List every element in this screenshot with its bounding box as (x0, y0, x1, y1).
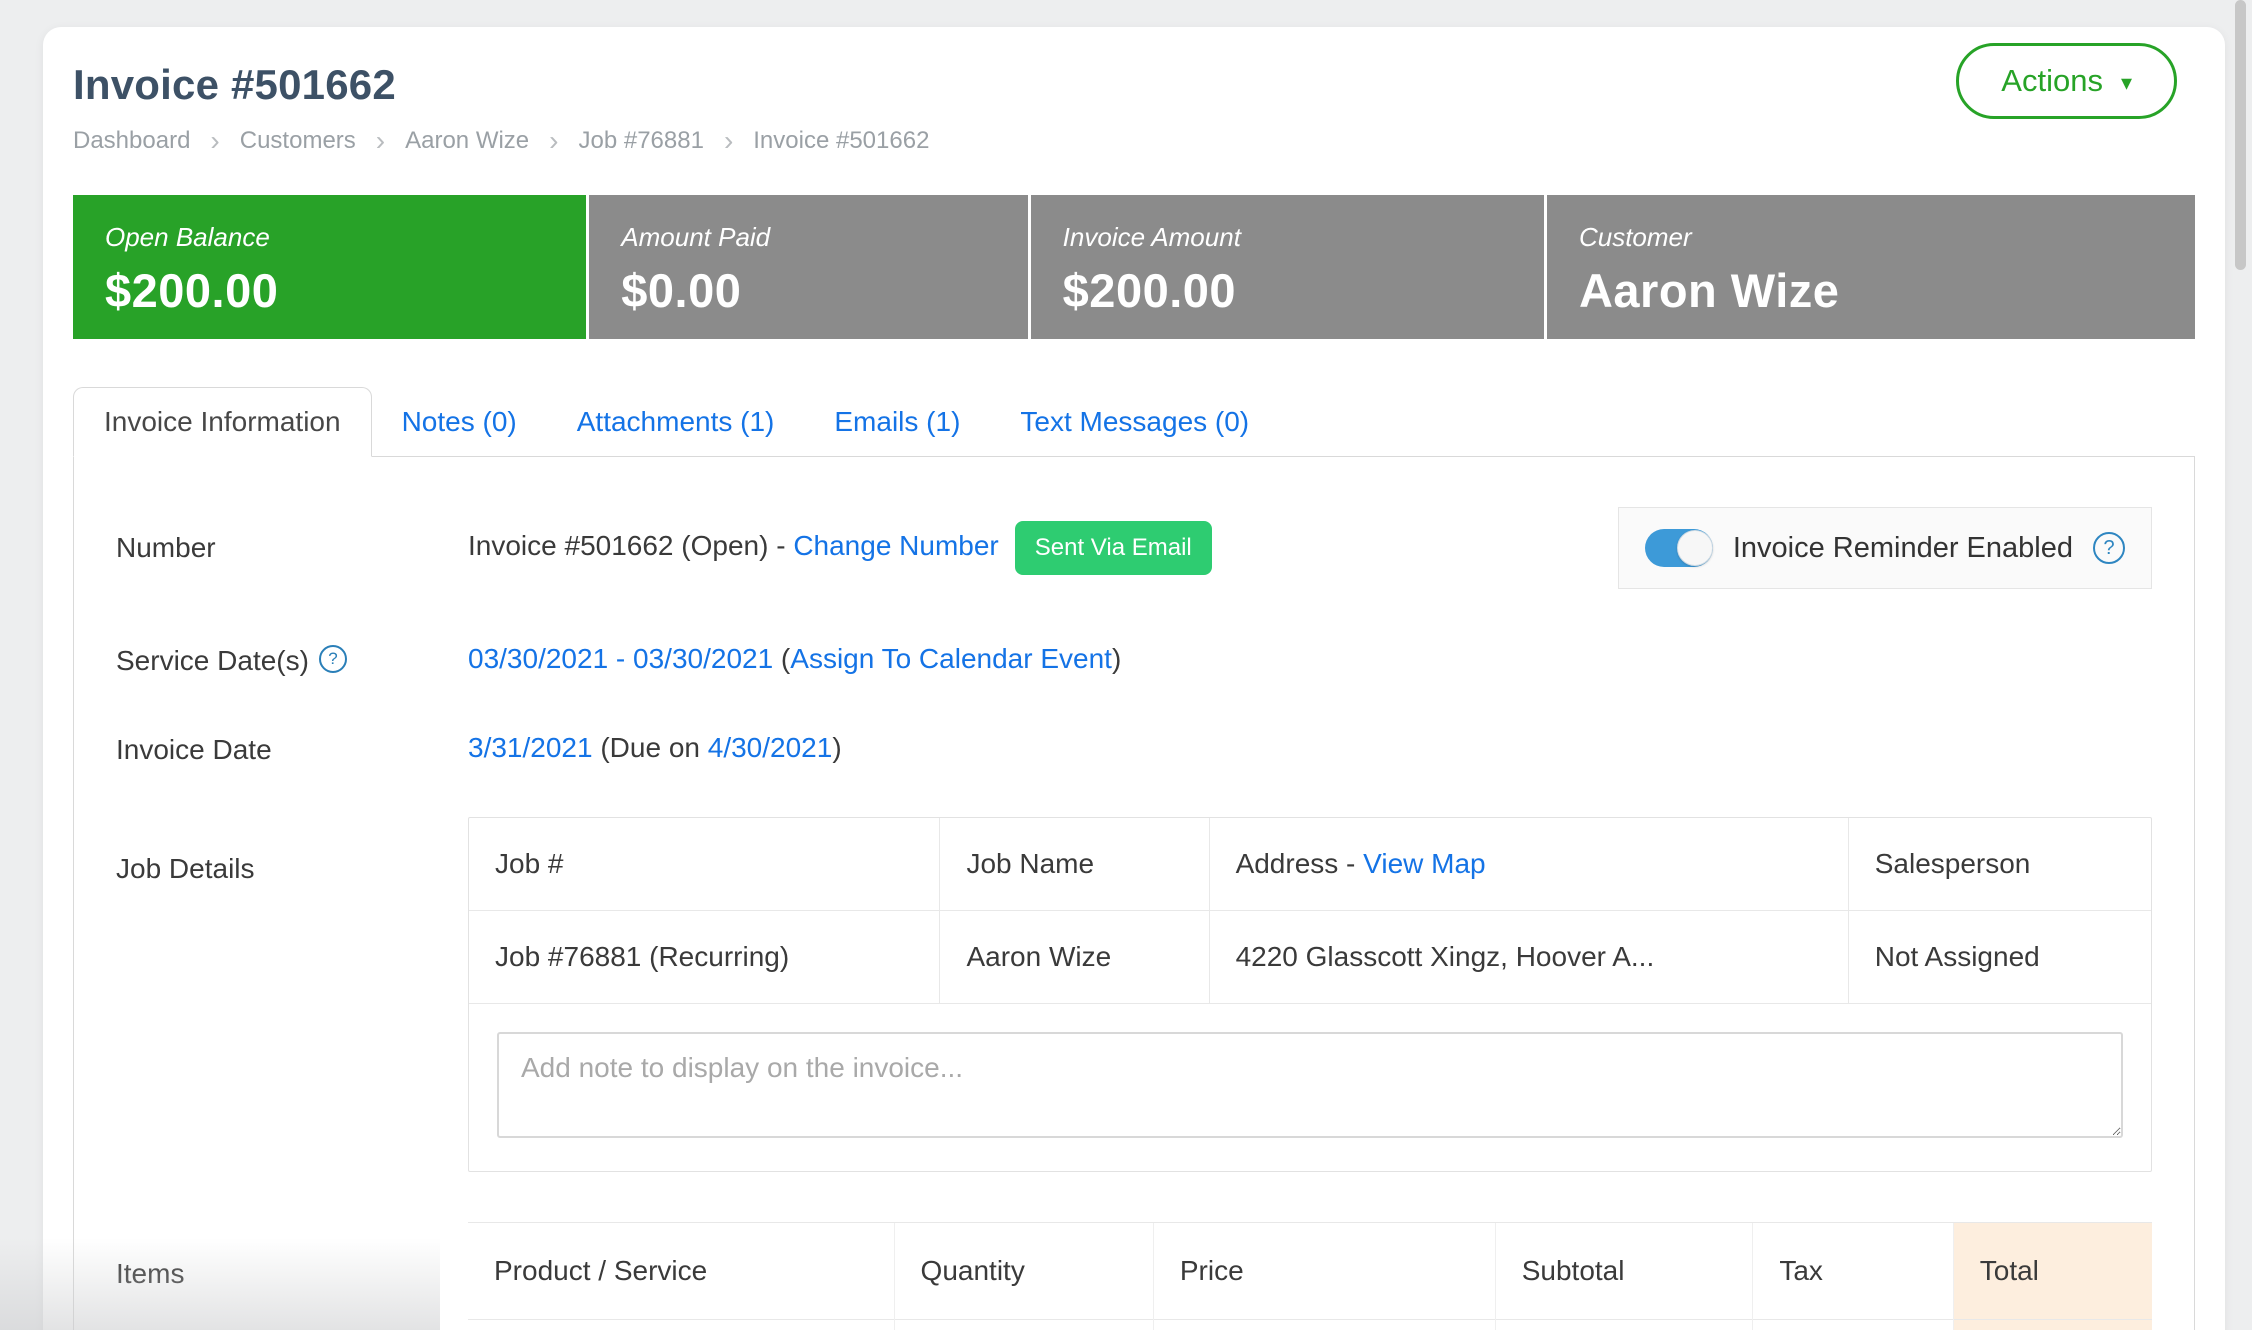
invoice-date-value: 3/31/2021 (Due on 4/30/2021) (468, 728, 842, 767)
help-icon[interactable]: ? (319, 645, 347, 673)
job-details-label: Job Details (116, 817, 468, 885)
paren: ) (832, 732, 841, 763)
quantity-header: Quantity (894, 1223, 1153, 1320)
invoice-reminder-label: Invoice Reminder Enabled (1733, 532, 2073, 565)
breadcrumb-item-customers[interactable]: Customers (240, 127, 356, 155)
invoice-date-link[interactable]: 3/31/2021 (468, 732, 593, 763)
job-details-box: Job # Job Name Address - View Map Salesp… (468, 817, 2152, 1172)
stat-value: $0.00 (621, 263, 995, 318)
number-label: Number (116, 532, 468, 564)
items-row: Items Product / Service Quantity Price S… (116, 1222, 2152, 1330)
tab-invoice-information[interactable]: Invoice Information (73, 387, 372, 457)
items-label: Items (116, 1222, 468, 1290)
service-date-range-link[interactable]: 03/30/2021 - 03/30/2021 (468, 643, 773, 674)
stat-value: $200.00 (1063, 263, 1512, 318)
stat-value: $200.00 (105, 263, 554, 318)
subtotal-header: Subtotal (1495, 1223, 1753, 1320)
breadcrumb-separator: › (724, 127, 733, 155)
page-header: Invoice #501662 Dashboard › Customers › … (73, 27, 2195, 155)
stat-customer: Customer Aaron Wize (1547, 195, 2195, 339)
actions-button-label: Actions (2001, 63, 2103, 99)
invoice-reminder-toggle[interactable] (1645, 529, 1713, 567)
items-table-row: Monthy Rate 1.00 $200.00 / Ea $200.00 $0… (468, 1320, 2152, 1330)
number-row: Number Invoice #501662 (Open) - Change N… (116, 507, 2152, 589)
invoice-page-card: Invoice #501662 Dashboard › Customers › … (43, 27, 2225, 1330)
breadcrumb-separator: › (549, 127, 558, 155)
job-number-header: Job # (469, 818, 940, 911)
stat-label: Amount Paid (621, 222, 995, 253)
items-table: Product / Service Quantity Price Subtota… (468, 1222, 2152, 1330)
total-header: Total (1953, 1223, 2152, 1320)
stat-amount-paid: Amount Paid $0.00 (589, 195, 1027, 339)
job-details-table: Job # Job Name Address - View Map Salesp… (469, 818, 2151, 1004)
address-header: Address - View Map (1209, 818, 1848, 911)
stat-invoice-amount: Invoice Amount $200.00 (1031, 195, 1544, 339)
tab-notes[interactable]: Notes (0) (372, 388, 547, 456)
stat-open-balance: Open Balance $200.00 (73, 195, 586, 339)
view-map-link[interactable]: View Map (1363, 848, 1485, 879)
job-details-row: Job Details Job # Job Name Address - Vie… (116, 817, 2152, 1172)
address-cell: 4220 Glasscott Xingz, Hoover A... (1209, 911, 1848, 1004)
invoice-information-panel: Number Invoice #501662 (Open) - Change N… (73, 456, 2195, 1330)
assign-to-calendar-event-link[interactable]: Assign To Calendar Event (790, 643, 1112, 674)
salesperson-cell: Not Assigned (1848, 911, 2151, 1004)
number-value: Invoice #501662 (Open) - Change Number Se… (468, 521, 1212, 575)
tax-cell: $0.00 (1753, 1320, 1953, 1330)
service-dates-row: Service Date(s)? 03/30/2021 - 03/30/2021… (116, 639, 2152, 678)
page-scrollbar[interactable] (2235, 0, 2246, 270)
breadcrumb-item-job[interactable]: Job #76881 (578, 127, 703, 155)
salesperson-header: Salesperson (1848, 818, 2151, 911)
price-header: Price (1153, 1223, 1495, 1320)
stat-label: Customer (1579, 222, 2163, 253)
paren: ) (1112, 643, 1121, 674)
breadcrumb-separator: › (376, 127, 385, 155)
change-number-link[interactable]: Change Number (793, 530, 998, 561)
invoice-date-row: Invoice Date 3/31/2021 (Due on 4/30/2021… (116, 728, 2152, 767)
product-cell: Monthy Rate (468, 1320, 894, 1330)
service-dates-value: 03/30/2021 - 03/30/2021 (Assign To Calen… (468, 639, 1121, 678)
total-cell: $200.00 (1953, 1320, 2152, 1330)
service-dates-label: Service Date(s)? (116, 639, 468, 677)
breadcrumb-item-customer-name[interactable]: Aaron Wize (405, 127, 529, 155)
paren: ( (773, 643, 790, 674)
breadcrumb-separator: › (210, 127, 219, 155)
breadcrumb-item-dashboard[interactable]: Dashboard (73, 127, 190, 155)
toggle-knob (1677, 530, 1713, 566)
stat-label: Open Balance (105, 222, 554, 253)
stat-label: Invoice Amount (1063, 222, 1512, 253)
page-title: Invoice #501662 (73, 61, 2195, 109)
subtotal-cell: $200.00 (1495, 1320, 1753, 1330)
tab-text-messages[interactable]: Text Messages (0) (990, 388, 1279, 456)
stat-cards: Open Balance $200.00 Amount Paid $0.00 I… (73, 195, 2195, 339)
due-date-link[interactable]: 4/30/2021 (708, 732, 833, 763)
quantity-cell: 1.00 (894, 1320, 1153, 1330)
due-on-text: (Due on (593, 732, 708, 763)
sent-via-email-badge: Sent Via Email (1015, 521, 1212, 575)
address-header-text: Address - (1236, 848, 1364, 879)
job-name-header: Job Name (940, 818, 1209, 911)
job-name-cell: Aaron Wize (940, 911, 1209, 1004)
breadcrumb-item-invoice: Invoice #501662 (753, 127, 929, 155)
invoice-note-wrapper (469, 1004, 2151, 1171)
job-number-cell: Job #76881 (Recurring) (469, 911, 940, 1004)
product-service-header: Product / Service (468, 1223, 894, 1320)
price-cell: $200.00 / Ea (1153, 1320, 1495, 1330)
chevron-down-icon: ▾ (2121, 72, 2132, 94)
service-dates-label-text: Service Date(s) (116, 645, 309, 676)
actions-button[interactable]: Actions ▾ (1956, 43, 2177, 119)
stat-value: Aaron Wize (1579, 263, 2163, 318)
tab-bar: Invoice Information Notes (0) Attachment… (73, 387, 2195, 456)
tab-attachments[interactable]: Attachments (1) (547, 388, 805, 456)
invoice-note-input[interactable] (497, 1032, 2123, 1138)
invoice-reminder-box: Invoice Reminder Enabled ? (1618, 507, 2152, 589)
invoice-date-label: Invoice Date (116, 728, 468, 766)
tax-header: Tax (1753, 1223, 1953, 1320)
help-icon[interactable]: ? (2093, 532, 2125, 564)
breadcrumb: Dashboard › Customers › Aaron Wize › Job… (73, 127, 2195, 155)
job-details-table-row: Job #76881 (Recurring) Aaron Wize 4220 G… (469, 911, 2151, 1004)
invoice-number-text: Invoice #501662 (Open) - (468, 530, 793, 561)
tab-emails[interactable]: Emails (1) (804, 388, 990, 456)
